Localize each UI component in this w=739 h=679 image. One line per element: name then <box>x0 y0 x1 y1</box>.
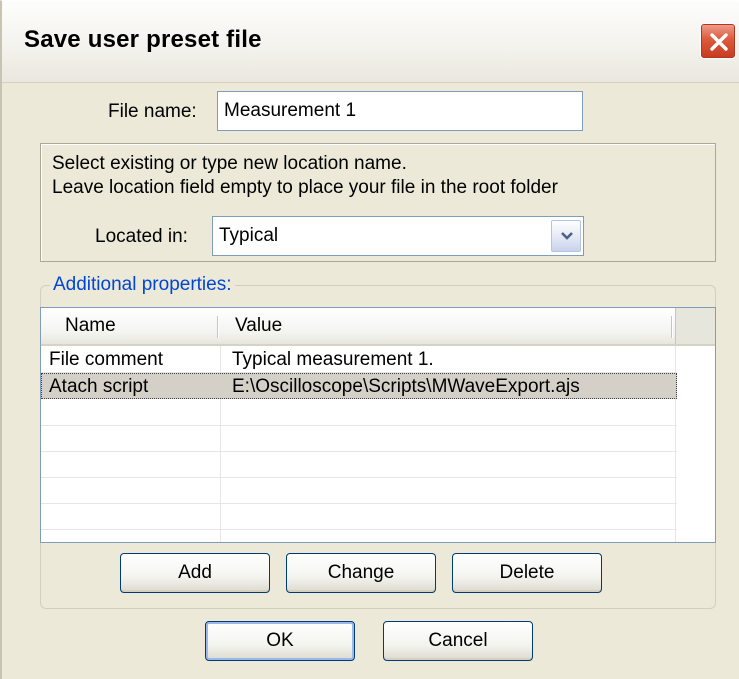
located-in-label: Located in: <box>95 226 188 247</box>
column-header-value[interactable]: Value <box>235 308 282 344</box>
change-button[interactable]: Change <box>286 553 436 593</box>
row-value-cell: Typical measurement 1. <box>232 349 434 370</box>
empty-row[interactable] <box>41 452 677 478</box>
empty-row[interactable] <box>41 478 677 504</box>
empty-row[interactable] <box>41 426 677 452</box>
list-header: Name Value <box>41 308 715 346</box>
row-value-cell: E:\Oscilloscope\Scripts\MWaveExport.ajs <box>232 376 580 397</box>
located-in-value: Typical <box>219 225 279 246</box>
located-in-combobox[interactable]: Typical <box>212 216 584 256</box>
title-bar[interactable]: Save user preset file <box>2 1 739 83</box>
save-preset-dialog: Save user preset file File name: Measure… <box>0 0 739 679</box>
chevron-down-icon <box>561 232 573 240</box>
window-title: Save user preset file <box>24 26 262 53</box>
header-filler <box>675 308 715 344</box>
location-instruction-line1: Select existing or type new location nam… <box>52 153 407 174</box>
close-x-icon <box>710 33 728 51</box>
properties-group-label: Additional properties: <box>50 274 235 296</box>
table-row-selected[interactable]: Atach script E:\Oscilloscope\Scripts\MWa… <box>41 373 677 399</box>
cancel-button[interactable]: Cancel <box>383 621 533 661</box>
close-button[interactable] <box>700 23 736 59</box>
location-instruction-line2: Leave location field empty to place your… <box>52 177 558 198</box>
properties-list[interactable]: Name Value File comment Typical measurem… <box>40 307 716 543</box>
file-name-label: File name: <box>108 101 197 122</box>
row-name-cell: File comment <box>49 349 164 370</box>
delete-button[interactable]: Delete <box>452 553 602 593</box>
row-name-cell: Atach script <box>49 376 149 397</box>
located-in-dropdown-button[interactable] <box>551 220 581 252</box>
column-header-name[interactable]: Name <box>65 308 116 344</box>
column-separator[interactable] <box>217 316 219 338</box>
file-name-input[interactable]: Measurement 1 <box>217 91 583 131</box>
ok-button[interactable]: OK <box>205 621 355 661</box>
table-row[interactable]: File comment Typical measurement 1. <box>41 347 677 373</box>
empty-row[interactable] <box>41 400 677 426</box>
empty-row[interactable] <box>41 504 677 530</box>
add-button[interactable]: Add <box>120 553 270 593</box>
column-separator[interactable] <box>671 316 673 338</box>
